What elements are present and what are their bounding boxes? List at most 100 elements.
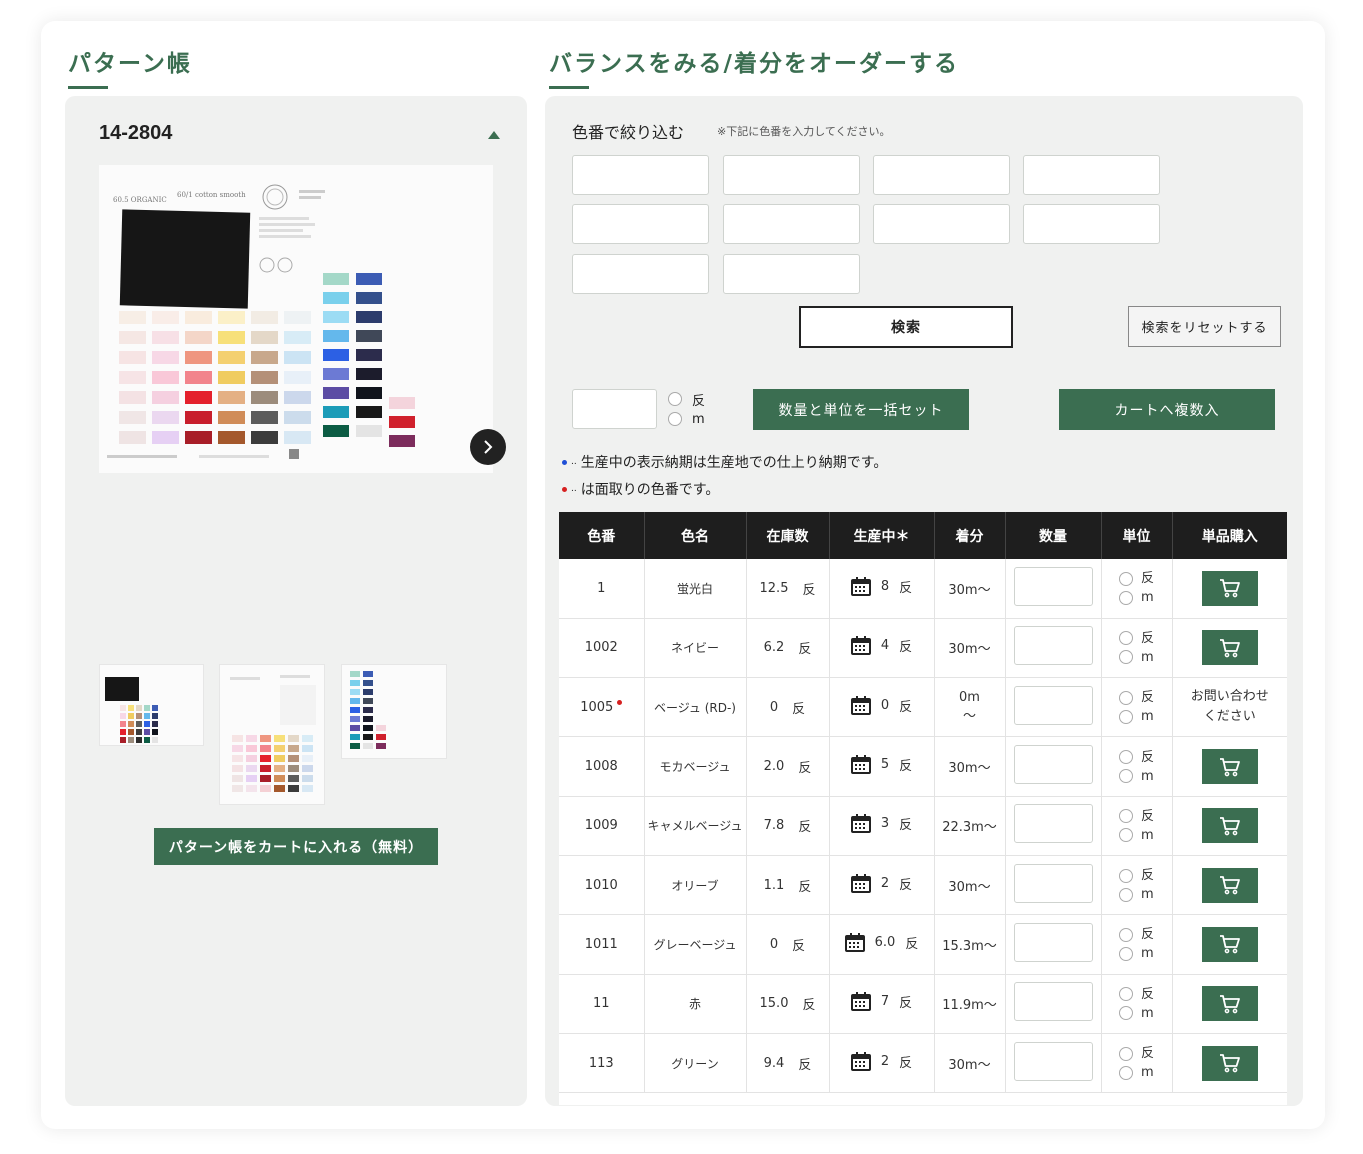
unit-m-radio[interactable] <box>1118 709 1133 724</box>
reset-search-button[interactable]: 検索をリセットする <box>1128 306 1281 347</box>
quantity-input[interactable] <box>1013 922 1093 962</box>
collapse-caret-icon[interactable] <box>488 131 500 139</box>
add-to-cart-button[interactable] <box>1201 1045 1258 1081</box>
bulk-set-button[interactable]: 数量と単位を一括セット <box>753 389 969 430</box>
color-code-input[interactable] <box>572 155 709 195</box>
unit-m-radio[interactable] <box>1118 590 1133 605</box>
production-cell: 8反 <box>829 559 935 619</box>
production-cell: 2反 <box>829 1033 935 1094</box>
color-code-input[interactable] <box>723 204 860 244</box>
calendar-icon <box>850 873 871 893</box>
add-to-cart-button[interactable] <box>1201 630 1258 666</box>
swatch <box>246 755 257 762</box>
swatch <box>119 351 146 364</box>
color-code-input[interactable] <box>873 204 1010 244</box>
swatch <box>152 737 158 743</box>
unit-tan-radio[interactable] <box>1118 1046 1133 1061</box>
unit-m-radio[interactable] <box>1118 946 1133 961</box>
cut-length-cell: 22.3m〜 <box>934 796 1006 856</box>
quantity-input[interactable] <box>1013 685 1093 725</box>
color-code-input[interactable] <box>723 155 860 195</box>
swatch <box>136 721 142 727</box>
color-code-input[interactable] <box>723 254 860 294</box>
unit-tan-radio[interactable] <box>1118 690 1133 705</box>
color-code-input[interactable] <box>1023 155 1160 195</box>
swatch <box>363 698 373 704</box>
unit-tan-radio[interactable] <box>1118 750 1133 765</box>
stock-cell: 15.0 反 <box>746 974 830 1034</box>
unit-m-radio[interactable] <box>1118 650 1133 665</box>
swatch <box>260 745 271 752</box>
unit-tan-radio[interactable] <box>668 392 682 406</box>
quantity-input[interactable] <box>1013 1041 1093 1081</box>
quantity-input[interactable] <box>1013 566 1093 606</box>
color-code-input[interactable] <box>1023 204 1160 244</box>
swatch <box>120 737 126 743</box>
color-code-input[interactable] <box>572 204 709 244</box>
add-pattern-book-to-cart-button[interactable]: パターン帳をカートに入れる（無料） <box>154 828 438 865</box>
swatch <box>185 411 212 424</box>
color-code-input[interactable] <box>572 254 709 294</box>
filter-note: ※下記に色番を入力してください。 <box>717 125 891 138</box>
cut-length-cell: 15.3m〜 <box>934 914 1006 975</box>
unit-tan-radio[interactable] <box>1118 927 1133 942</box>
thumbnail-2[interactable] <box>219 664 325 805</box>
add-multiple-to-cart-button[interactable]: カートへ複数入 <box>1059 389 1275 430</box>
swatch <box>302 775 313 782</box>
unit-m-radio[interactable] <box>1118 887 1133 902</box>
unit-tan-radio[interactable] <box>1118 571 1133 586</box>
add-to-cart-button[interactable] <box>1201 808 1258 844</box>
stock-value: 9.4 <box>763 1055 785 1071</box>
stock-value: 1.1 <box>763 877 785 893</box>
swatch <box>136 705 142 711</box>
add-to-cart-button[interactable] <box>1201 749 1258 785</box>
thumbnail-1[interactable] <box>99 664 204 746</box>
quantity-input[interactable] <box>1013 982 1093 1022</box>
unit-m-radio[interactable] <box>668 412 682 426</box>
unit-tan-radio[interactable] <box>1118 631 1133 646</box>
search-button[interactable]: 検索 <box>799 306 1013 348</box>
add-to-cart-button[interactable] <box>1201 926 1258 962</box>
quantity-input[interactable] <box>1013 863 1093 903</box>
inquiry-text[interactable]: お問い合わせ ください <box>1191 689 1269 724</box>
swatch <box>284 331 311 344</box>
swatch <box>376 671 386 677</box>
color-code: 11 <box>592 996 610 1012</box>
add-to-cart-button[interactable] <box>1201 867 1258 903</box>
col-header: 単位 <box>1101 512 1173 559</box>
calendar-icon <box>850 755 871 775</box>
swatch <box>136 737 142 743</box>
thumbnail-3[interactable] <box>341 664 447 759</box>
add-to-cart-button[interactable] <box>1201 986 1258 1022</box>
table-header-row: 色番 色名 在庫数 生産中＊ 着分 数量 単位 単品購入 <box>559 512 1287 559</box>
quantity-input[interactable] <box>1013 804 1093 844</box>
swatch <box>251 411 278 424</box>
pattern-book-title: パターン帳 <box>68 44 192 89</box>
quantity-input[interactable] <box>1013 745 1093 785</box>
swatch <box>274 755 285 762</box>
unit-m-radio[interactable] <box>1118 1065 1133 1080</box>
unit-tan-radio[interactable] <box>1118 809 1133 824</box>
unit-m-radio[interactable] <box>1118 769 1133 784</box>
unit-tan-radio[interactable] <box>1118 987 1133 1002</box>
unit-tan-label: 反 <box>1140 1046 1154 1062</box>
unit-tan-radio[interactable] <box>1118 868 1133 883</box>
color-code-cell: 1010 <box>559 855 645 916</box>
production-unit: 反 <box>899 818 913 834</box>
note-chamfer: .. は面取りの色番です。 <box>562 479 719 499</box>
swatch <box>128 729 134 735</box>
blue-dot-icon <box>562 459 567 465</box>
add-to-cart-button[interactable] <box>1201 570 1258 606</box>
unit-m-radio[interactable] <box>1118 828 1133 843</box>
cut-length: 30m〜 <box>948 879 991 895</box>
quantity-cell <box>1005 914 1102 975</box>
color-code-input[interactable] <box>873 155 1010 195</box>
unit-m-radio[interactable] <box>1118 1006 1133 1021</box>
swatch <box>232 765 243 772</box>
quantity-input[interactable] <box>1013 626 1093 666</box>
swatch <box>120 705 126 711</box>
swatch <box>152 713 158 719</box>
next-image-button[interactable] <box>470 429 506 465</box>
bulk-quantity-input[interactable] <box>572 389 657 429</box>
swatch <box>350 689 360 695</box>
